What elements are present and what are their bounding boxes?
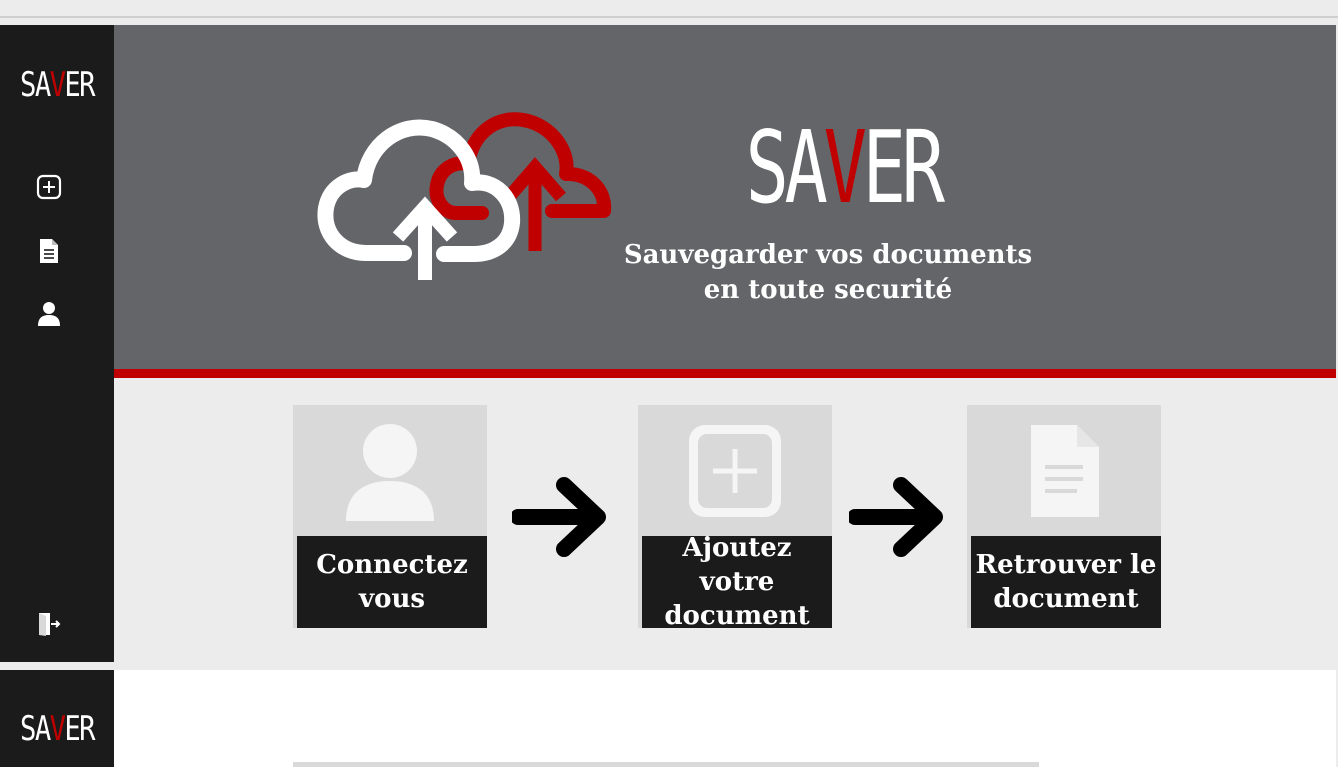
logo-text-suffix: ER	[64, 65, 95, 105]
logo-text-prefix: SA	[20, 65, 51, 105]
sidebar-item-logout[interactable]	[35, 610, 63, 638]
user-icon	[38, 302, 60, 326]
sidebar-item-account[interactable]	[35, 300, 63, 328]
step-icon-wrapper	[293, 419, 487, 523]
content-divider	[293, 762, 1039, 767]
sidebar-logo[interactable]: SAVER	[11, 709, 102, 749]
sidebar-logo[interactable]: SAVER	[11, 65, 102, 105]
logout-icon	[39, 613, 61, 636]
add-square-icon	[36, 174, 62, 200]
arrow-right-icon	[512, 477, 606, 557]
arrow-right-icon	[849, 477, 943, 557]
step-label: Ajoutez votre document	[642, 533, 832, 631]
sidebar-item-documents[interactable]	[35, 237, 63, 265]
tagline-line-2: en toute securité	[703, 275, 953, 305]
document-icon	[40, 239, 58, 263]
step-label-line-1: Connectez	[316, 550, 468, 580]
add-square-icon	[689, 425, 781, 517]
step-card-connect[interactable]: Connectez vous	[293, 405, 487, 628]
top-strip	[0, 0, 1338, 18]
step-label-line-2: document	[993, 584, 1139, 614]
step-label-line-1: Retrouver le	[975, 550, 1157, 580]
hero-logo: SAVER	[746, 113, 946, 223]
user-icon	[346, 424, 434, 521]
sidebar: SAVER	[0, 670, 114, 767]
next-page-preview: SAVER	[0, 670, 1336, 767]
step-card-add-document[interactable]: Ajoutez votre document	[638, 405, 832, 631]
step-card-retrieve-document[interactable]: Retrouver le document	[967, 405, 1161, 628]
step-icon-wrapper	[638, 419, 832, 523]
tagline-line-1: Sauvegarder vos documents	[623, 240, 1033, 270]
logo-text-prefix: SA	[20, 709, 51, 749]
sidebar: SAVER	[0, 25, 114, 662]
step-label-line-1: Ajoutez votre	[682, 533, 792, 597]
logo-text-suffix: ER	[64, 709, 95, 749]
hero-banner: SAVER Sauvegarder vos documents en toute…	[114, 25, 1336, 369]
step-icon-wrapper	[967, 419, 1161, 523]
step-label-line-2: vous	[359, 584, 425, 614]
landing-page: SAVER SAVER Sauvegarder vos documents en…	[0, 25, 1336, 662]
step-label-line-2: document	[664, 601, 810, 631]
hero-divider	[114, 369, 1336, 378]
logo-text-accent: V	[49, 709, 66, 749]
step-label: Connectez vous	[297, 536, 487, 628]
hero-logo-suffix: ER	[862, 109, 945, 226]
hero-logo-accent: V	[823, 109, 867, 226]
document-icon	[1031, 425, 1099, 517]
hero-logo-prefix: SA	[745, 109, 828, 226]
step-label: Retrouver le document	[971, 536, 1161, 628]
hero-tagline: Sauvegarder vos documents en toute secur…	[594, 238, 1062, 308]
logo-text-accent: V	[49, 65, 66, 105]
sidebar-item-add[interactable]	[35, 173, 63, 201]
